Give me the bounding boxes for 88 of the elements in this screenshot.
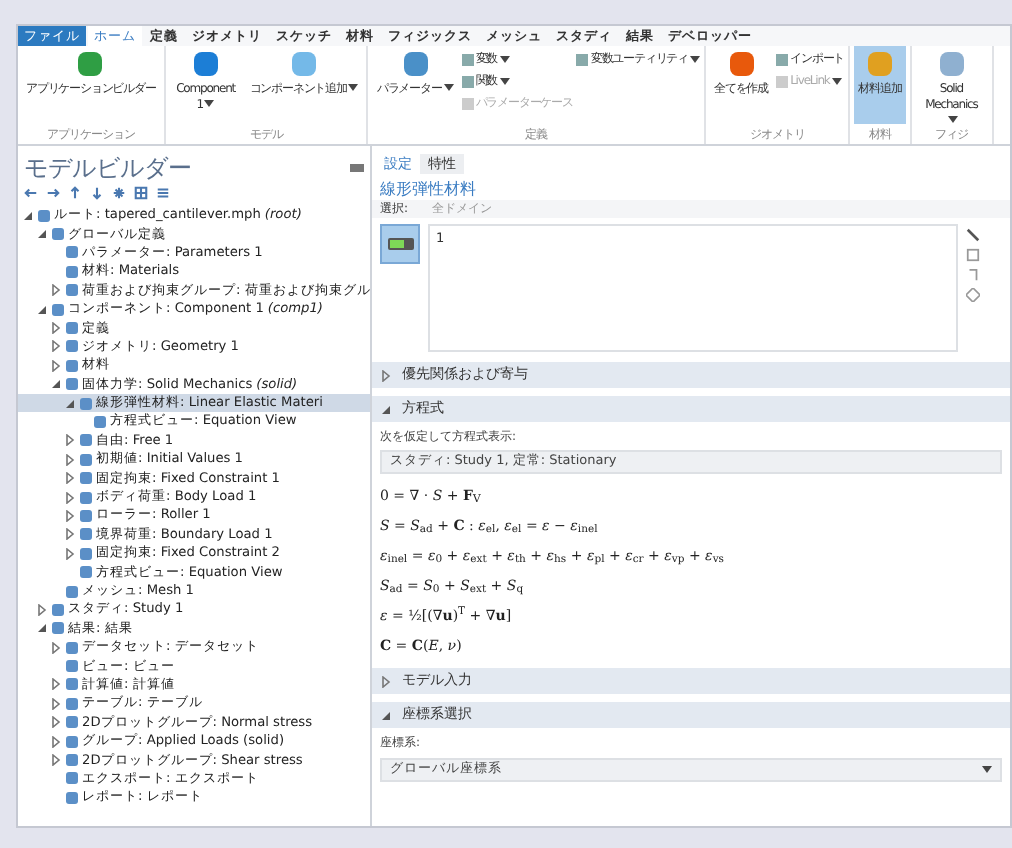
expanded-arrow-icon[interactable] xyxy=(36,303,48,316)
dropdown-caret-icon xyxy=(690,55,701,63)
collapsed-arrow-icon[interactable] xyxy=(50,754,62,767)
collapsed-arrow-icon[interactable] xyxy=(64,528,76,541)
dropdown-caret-icon xyxy=(947,116,958,125)
node-icon xyxy=(38,209,50,222)
small-icon xyxy=(576,53,589,65)
collapsed-arrow-icon[interactable] xyxy=(36,603,48,616)
node-icon xyxy=(52,622,64,635)
back-arrow-icon[interactable] xyxy=(24,186,38,200)
list-icon[interactable] xyxy=(156,186,170,200)
node-icon xyxy=(66,716,78,729)
down-arrow-icon[interactable] xyxy=(90,186,104,200)
dropdown-caret-icon xyxy=(443,84,454,93)
expanded-arrow-icon[interactable] xyxy=(50,378,62,391)
node-icon xyxy=(80,472,92,485)
node-icon xyxy=(66,378,78,391)
dropdown-caret-icon xyxy=(499,77,510,85)
node-icon xyxy=(66,791,78,804)
node-icon xyxy=(80,453,92,466)
collapsed-arrow-icon[interactable] xyxy=(50,284,62,297)
node-icon xyxy=(66,265,78,278)
node-icon xyxy=(66,340,78,353)
ribbon-icon xyxy=(76,50,105,78)
collapsed-arrow-icon[interactable] xyxy=(50,678,62,691)
dropdown-caret-icon xyxy=(348,84,359,93)
collapsed-arrow-icon[interactable] xyxy=(50,359,62,372)
expanded-arrow-icon[interactable] xyxy=(36,622,48,635)
grid-icon[interactable] xyxy=(134,186,148,200)
node-icon xyxy=(66,322,78,335)
collapsed-arrow-icon[interactable] xyxy=(64,453,76,466)
collapsed-arrow-icon[interactable] xyxy=(64,547,76,560)
node-icon xyxy=(66,735,78,748)
node-icon xyxy=(66,772,78,785)
asterisk-icon[interactable] xyxy=(112,186,126,200)
collapsed-arrow-icon[interactable] xyxy=(50,340,62,353)
node-icon xyxy=(66,246,78,259)
collapsed-arrow-icon[interactable] xyxy=(64,509,76,522)
expanded-arrow-icon[interactable] xyxy=(380,709,392,721)
node-icon xyxy=(80,528,92,541)
node-icon xyxy=(94,415,106,428)
collapsed-arrow-icon[interactable] xyxy=(380,369,392,381)
node-icon xyxy=(66,359,78,372)
collapsed-arrow-icon[interactable] xyxy=(380,675,392,687)
ribbon-icon xyxy=(937,50,966,78)
node-icon xyxy=(80,547,92,560)
node-icon xyxy=(52,228,64,241)
collapsed-arrow-icon[interactable] xyxy=(64,434,76,447)
ribbon-icon xyxy=(727,50,756,78)
node-icon xyxy=(52,303,64,316)
node-icon xyxy=(52,603,64,616)
toggle-icon xyxy=(387,238,413,250)
ribbon-icon xyxy=(401,50,430,78)
dropdown-caret-icon xyxy=(982,766,992,774)
ribbon-icon xyxy=(865,50,894,78)
collapsed-arrow-icon[interactable] xyxy=(50,322,62,335)
ribbon-icon xyxy=(191,50,220,78)
active-toggle-button[interactable] xyxy=(380,224,420,264)
node-icon xyxy=(66,697,78,710)
settings-title: 線形弾性材料 xyxy=(378,178,478,200)
expanded-arrow-icon[interactable] xyxy=(22,209,34,222)
dropdown-caret-icon xyxy=(204,100,215,109)
node-icon xyxy=(66,284,78,297)
forward-arrow-icon[interactable] xyxy=(46,186,60,200)
collapsed-arrow-icon[interactable] xyxy=(50,716,62,729)
node-icon xyxy=(80,509,92,522)
up-arrow-icon[interactable] xyxy=(68,186,82,200)
collapsed-arrow-icon[interactable] xyxy=(50,697,62,710)
node-icon xyxy=(66,641,78,654)
node-icon xyxy=(80,397,92,410)
node-icon xyxy=(80,566,92,579)
expanded-arrow-icon[interactable] xyxy=(64,397,76,410)
collapsed-arrow-icon[interactable] xyxy=(50,641,62,654)
collapsed-arrow-icon[interactable] xyxy=(50,735,62,748)
dropdown-caret-icon xyxy=(499,55,510,63)
expanded-arrow-icon[interactable] xyxy=(36,228,48,241)
node-icon xyxy=(66,660,78,673)
collapsed-arrow-icon[interactable] xyxy=(64,491,76,504)
node-icon xyxy=(80,434,92,447)
node-icon xyxy=(66,585,78,597)
node-icon xyxy=(80,491,92,504)
collapsed-arrow-icon[interactable] xyxy=(64,472,76,485)
ribbon-icon xyxy=(290,50,319,78)
node-icon xyxy=(66,754,78,767)
panel-title: モデルビルダー xyxy=(24,154,192,182)
dropdown-caret-icon xyxy=(831,77,842,85)
node-icon xyxy=(66,678,78,691)
expanded-arrow-icon[interactable] xyxy=(380,403,392,415)
